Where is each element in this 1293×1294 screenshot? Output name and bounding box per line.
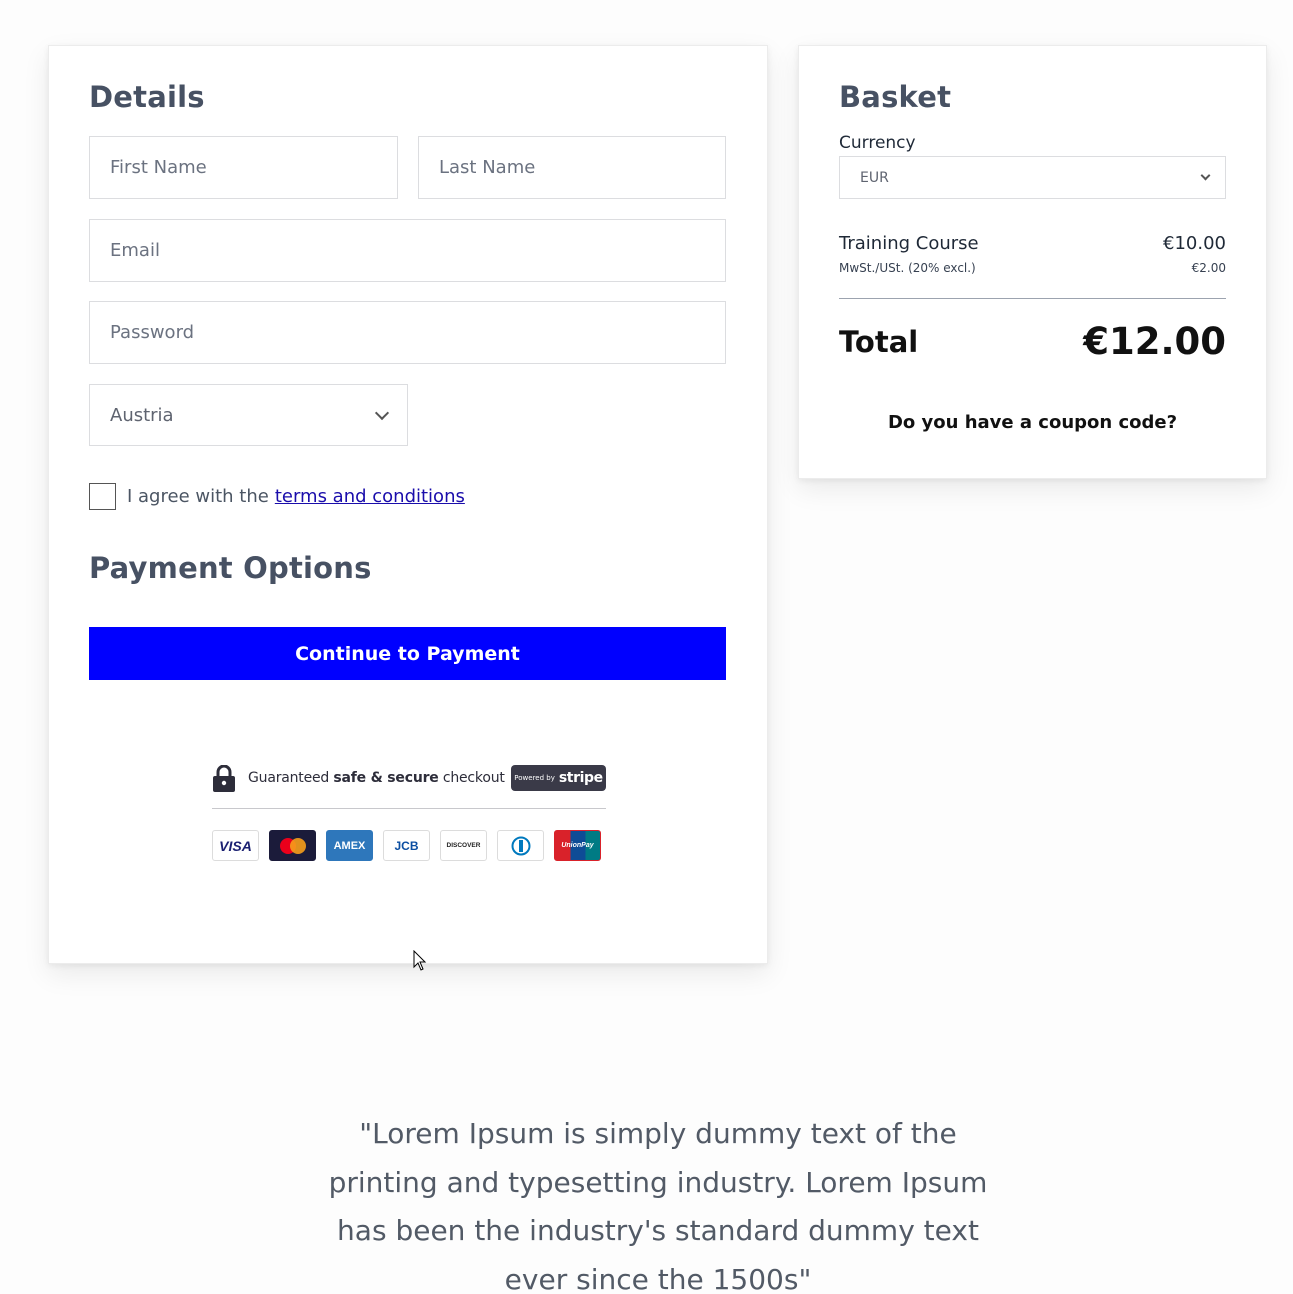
currency-select-value: EUR (860, 169, 889, 186)
discover-card-icon: DISCOVER (440, 830, 487, 861)
last-name-field[interactable] (418, 136, 726, 199)
total-value: €12.00 (1083, 320, 1226, 363)
lock-icon (213, 764, 235, 792)
amex-card-icon: AMEX (326, 830, 373, 861)
terms-checkbox[interactable] (89, 483, 116, 510)
first-name-input[interactable] (90, 137, 397, 198)
agree-text: I agree with the (127, 486, 269, 507)
continue-to-payment-button[interactable]: Continue to Payment (89, 627, 726, 680)
chevron-down-icon (1200, 170, 1211, 181)
powered-by-stripe-badge: Powered by stripe (511, 765, 606, 791)
payment-options-title: Payment Options (89, 551, 372, 585)
secure-checkout-text: Guaranteed safe & secure checkout (248, 770, 505, 786)
country-select-value: Austria (110, 404, 174, 426)
powered-by-text: Powered by (514, 774, 555, 782)
basket-title: Basket (839, 80, 952, 114)
secure-checkout-badge: Guaranteed safe & secure checkout Powere… (212, 759, 606, 797)
details-card: Details Austria I agree with the terms a… (48, 45, 768, 964)
password-field[interactable] (89, 301, 726, 364)
visa-card-icon: VISA (212, 830, 259, 861)
payment-cards-row: VISA AMEX JCB DISCOVER UnionPay (212, 830, 601, 861)
terms-link[interactable]: terms and conditions (275, 486, 465, 507)
currency-label: Currency (839, 133, 916, 153)
email-input[interactable] (90, 220, 725, 281)
mastercard-card-icon (269, 830, 316, 861)
email-field[interactable] (89, 219, 726, 282)
secure-divider (212, 808, 606, 809)
tax-label: MwSt./USt. (20% excl.) (839, 261, 976, 275)
chevron-down-icon (374, 405, 390, 420)
total-label: Total (839, 325, 919, 359)
diners-card-icon (497, 830, 544, 861)
basket-divider (839, 298, 1226, 299)
currency-select[interactable]: EUR (839, 156, 1226, 199)
stripe-logo: stripe (558, 770, 603, 786)
country-select[interactable]: Austria (89, 384, 408, 446)
unionpay-card-icon: UnionPay (554, 830, 601, 861)
basket-card: Basket Currency EUR Training Course €10.… (798, 45, 1267, 479)
last-name-input[interactable] (419, 137, 725, 198)
testimonial-quote: "Lorem Ipsum is simply dummy text of the… (328, 1117, 988, 1294)
password-input[interactable] (90, 302, 725, 363)
coupon-code-link[interactable]: Do you have a coupon code? (799, 412, 1266, 433)
first-name-field[interactable] (89, 136, 398, 199)
tax-value: €2.00 (1191, 261, 1226, 275)
jcb-card-icon: JCB (383, 830, 430, 861)
terms-row: I agree with the terms and conditions (89, 483, 465, 510)
mouse-cursor-icon (413, 950, 427, 971)
item-price: €10.00 (1163, 233, 1226, 254)
details-title: Details (89, 80, 205, 114)
item-name: Training Course (839, 233, 979, 254)
